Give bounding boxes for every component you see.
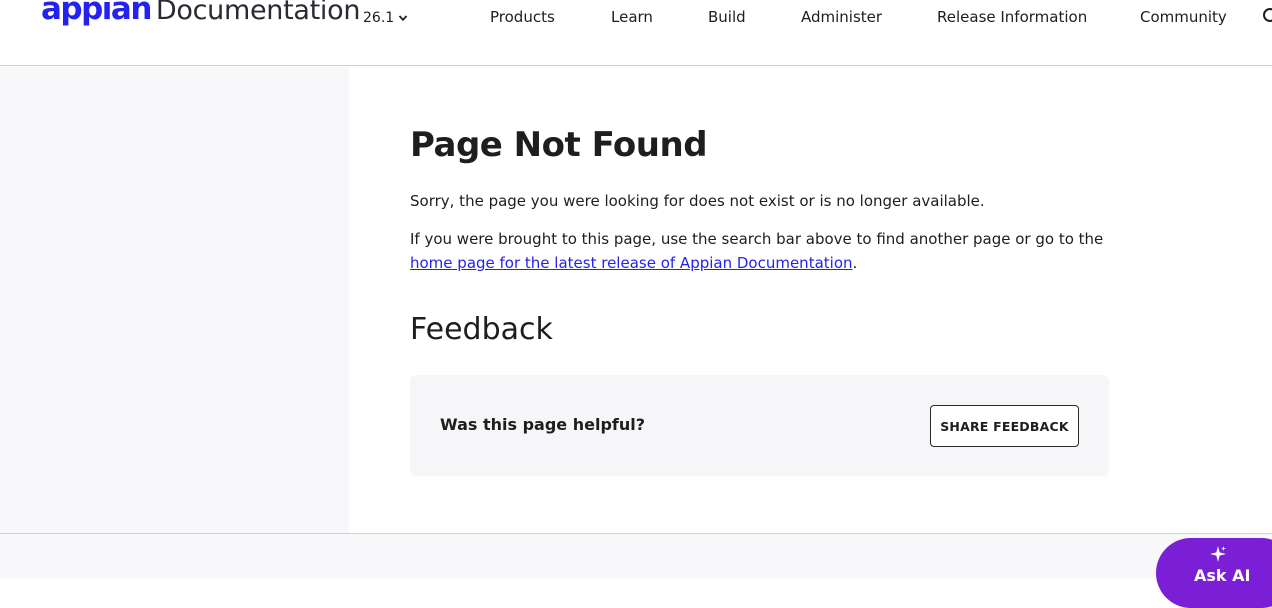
top-header: appian Documentation 26.1 Products Learn… (0, 0, 1272, 66)
chevron-down-icon (399, 15, 408, 22)
left-sidebar (0, 67, 349, 533)
version-selector[interactable]: 26.1 (363, 9, 408, 27)
nav-products[interactable]: Products (490, 7, 555, 27)
appian-documentation-logo[interactable]: appian Documentation (41, 0, 360, 35)
sparkle-icon (1210, 546, 1226, 562)
nav-release-information[interactable]: Release Information (937, 7, 1087, 27)
not-found-hint: If you were brought to this page, use th… (410, 227, 1110, 275)
not-found-message: Sorry, the page you were looking for doe… (410, 192, 985, 210)
nav-administer[interactable]: Administer (801, 7, 882, 27)
share-feedback-button[interactable]: SHARE FEEDBACK (930, 405, 1079, 447)
ask-ai-label: Ask AI (1194, 566, 1251, 585)
search-icon[interactable] (1263, 8, 1272, 22)
feedback-card: Was this page helpful? SHARE FEEDBACK (410, 375, 1109, 476)
feedback-question: Was this page helpful? (440, 415, 646, 434)
hint-end: . (852, 254, 858, 272)
page-title: Page Not Found (410, 125, 708, 165)
feedback-heading: Feedback (410, 312, 553, 347)
nav-build[interactable]: Build (708, 7, 746, 27)
ask-ai-button[interactable]: Ask AI (1156, 538, 1272, 608)
logo-suffix-text: Documentation (155, 0, 361, 26)
home-page-link[interactable]: home page for the latest release of Appi… (410, 254, 853, 272)
nav-community[interactable]: Community (1140, 7, 1227, 27)
nav-learn[interactable]: Learn (611, 7, 653, 27)
page-footer (0, 533, 1272, 579)
hint-text: If you were brought to this page, use th… (410, 230, 1104, 248)
version-label: 26.1 (363, 10, 395, 26)
logo-brand-text: appian (41, 0, 152, 27)
